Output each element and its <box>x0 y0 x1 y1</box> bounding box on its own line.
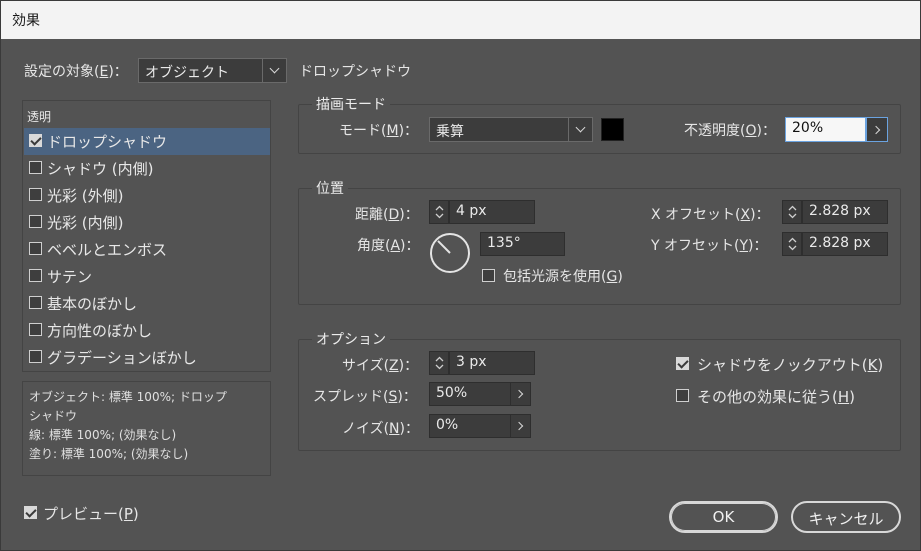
summary-line: シャドウ <box>29 409 78 423</box>
angle-dial-hand <box>437 240 451 254</box>
angle-input[interactable]: 135° <box>480 232 565 256</box>
settings-target-dropdown[interactable]: オブジェクト <box>138 58 287 83</box>
dialog-title: 効果 <box>12 13 40 29</box>
satin-checkbox[interactable] <box>29 269 42 282</box>
x-offset-stepper[interactable] <box>782 200 802 224</box>
size-input[interactable]: 3 px <box>449 351 535 375</box>
effects-list: 透明 ドロップシャドウ シャドウ (内側) 光彩 (外側) 光彩 (内側) ベベ… <box>22 100 271 372</box>
knockout-label[interactable]: シャドウをノックアウト(K) <box>697 354 883 375</box>
distance-input[interactable]: 4 px <box>449 200 535 224</box>
inner-glow-checkbox[interactable] <box>29 215 42 228</box>
size-label: サイズ(Z)： <box>342 358 419 374</box>
bevel-emboss-checkbox[interactable] <box>29 242 42 255</box>
honor-effects-label[interactable]: その他の効果に従う(H) <box>697 386 855 407</box>
list-item-drop-shadow[interactable]: ドロップシャドウ <box>24 128 270 155</box>
spread-input[interactable]: 50% <box>429 382 511 406</box>
effects-summary: オブジェクト: 標準 100%; ドロップ シャドウ 線: 標準 100%; (… <box>22 381 271 476</box>
summary-line: オブジェクト: 標準 100%; ドロップ <box>29 390 227 404</box>
honor-effects-checkbox[interactable] <box>676 389 689 402</box>
y-offset-stepper[interactable] <box>782 232 802 256</box>
noise-label: ノイズ(N)： <box>342 421 419 437</box>
blend-mode-dropdown[interactable]: 乗算 <box>429 117 593 142</box>
list-item-bevel-emboss[interactable]: ベベルとエンボス <box>24 236 270 263</box>
shadow-color-swatch[interactable] <box>601 118 624 141</box>
position-title: 位置 <box>312 178 348 198</box>
noise-input[interactable]: 0% <box>429 414 511 438</box>
opacity-label: 不透明度(O)： <box>684 123 776 139</box>
ok-button[interactable]: OK <box>669 501 778 533</box>
list-item-gradient-feather[interactable]: グラデーションぼかし <box>24 344 270 371</box>
y-offset-label: Y オフセット(Y)： <box>651 238 768 254</box>
distance-stepper[interactable] <box>429 200 449 224</box>
options-title: オプション <box>312 329 390 349</box>
angle-label: 角度(A)： <box>357 238 420 254</box>
mode-label: モード(M)： <box>339 123 419 139</box>
settings-target-label: 設定の対象(E)： <box>24 64 128 80</box>
directional-feather-checkbox[interactable] <box>29 323 42 336</box>
global-light-label[interactable]: 包括光源を使用(G) <box>503 266 623 286</box>
y-offset-input[interactable]: 2.828 px <box>802 232 888 256</box>
list-item-directional-feather[interactable]: 方向性のぼかし <box>24 317 270 344</box>
current-effect-name: ドロップシャドウ <box>299 64 411 80</box>
basic-feather-checkbox[interactable] <box>29 296 42 309</box>
list-item-basic-feather[interactable]: 基本のぼかし <box>24 290 270 317</box>
inner-shadow-checkbox[interactable] <box>29 161 42 174</box>
opacity-input[interactable]: 20% <box>785 117 866 142</box>
opacity-slider-button[interactable] <box>866 117 888 142</box>
x-offset-label: X オフセット(X)： <box>651 207 770 223</box>
stepper-arrows-icon <box>435 356 444 370</box>
preview-label[interactable]: プレビュー(P) <box>43 503 139 524</box>
x-offset-input[interactable]: 2.828 px <box>802 200 888 224</box>
chevron-right-icon <box>871 125 880 134</box>
spread-slider-button[interactable] <box>510 382 531 406</box>
angle-dial-icon[interactable] <box>429 232 471 274</box>
settings-target-value: オブジェクト <box>145 65 229 81</box>
global-light-checkbox[interactable] <box>482 269 495 282</box>
dialog-titlebar: 効果 <box>1 1 920 39</box>
list-item-inner-glow[interactable]: 光彩 (内側) <box>24 209 270 236</box>
chevron-right-icon <box>514 389 524 399</box>
stepper-arrows-icon <box>788 237 797 251</box>
summary-line: 塗り: 標準 100%; (効果なし) <box>29 447 189 461</box>
preview-checkbox[interactable] <box>24 506 37 519</box>
chevron-right-icon <box>514 421 524 431</box>
stepper-arrows-icon <box>788 205 797 219</box>
cancel-button[interactable]: キャンセル <box>791 501 901 533</box>
gradient-feather-checkbox[interactable] <box>29 350 42 363</box>
noise-slider-button[interactable] <box>510 414 531 438</box>
blend-mode-title: 描画モード <box>312 94 390 114</box>
size-stepper[interactable] <box>429 351 449 375</box>
list-item-satin[interactable]: サテン <box>24 263 270 290</box>
drop-shadow-checkbox[interactable] <box>29 134 42 147</box>
list-item-outer-glow[interactable]: 光彩 (外側) <box>24 182 270 209</box>
list-item-inner-shadow[interactable]: シャドウ (内側) <box>24 155 270 182</box>
blend-mode-value: 乗算 <box>436 124 464 140</box>
chevron-down-icon <box>568 118 592 141</box>
effects-dialog: 効果 設定の対象(E)： オブジェクト ドロップシャドウ 透明 ドロップシャドウ… <box>0 0 921 551</box>
chevron-down-icon <box>262 59 286 82</box>
stepper-arrows-icon <box>435 205 444 219</box>
spread-label: スプレッド(S)： <box>313 389 417 405</box>
distance-label: 距離(D)： <box>355 207 419 223</box>
summary-line: 線: 標準 100%; (効果なし) <box>29 428 177 442</box>
knockout-checkbox[interactable] <box>676 357 689 370</box>
list-header-transparency[interactable]: 透明 <box>27 108 51 125</box>
outer-glow-checkbox[interactable] <box>29 188 42 201</box>
